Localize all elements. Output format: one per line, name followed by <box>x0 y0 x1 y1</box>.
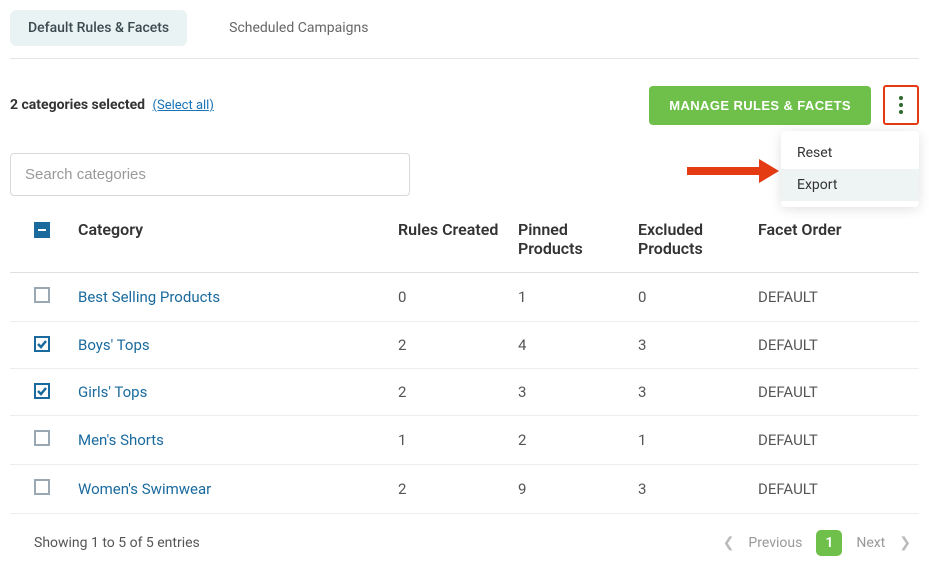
category-link[interactable]: Women's Swimwear <box>70 465 390 514</box>
page-number[interactable]: 1 <box>816 530 842 556</box>
menu-item-export[interactable]: Export <box>781 169 919 201</box>
row-checkbox[interactable] <box>34 479 50 495</box>
chevron-right-icon[interactable]: ❯ <box>899 535 911 551</box>
cell-rules: 2 <box>390 465 510 514</box>
pagination: ❮ Previous 1 Next ❯ <box>723 530 911 556</box>
minus-icon <box>37 225 47 235</box>
cell-rules: 2 <box>390 369 510 416</box>
cell-facet: DEFAULT <box>750 416 919 465</box>
row-checkbox[interactable] <box>34 287 50 303</box>
more-button-highlight <box>883 85 919 125</box>
cell-rules: 2 <box>390 322 510 369</box>
check-icon <box>36 338 48 350</box>
cell-excluded: 3 <box>630 465 750 514</box>
cell-pinned: 2 <box>510 416 630 465</box>
kebab-icon <box>899 96 903 114</box>
select-all-link[interactable]: (Select all) <box>153 98 214 113</box>
search-input[interactable] <box>25 166 395 183</box>
more-menu-button[interactable] <box>887 89 915 121</box>
header-checkbox[interactable] <box>34 222 50 238</box>
cell-facet: DEFAULT <box>750 322 919 369</box>
more-menu-dropdown: Reset Export <box>781 131 919 207</box>
category-link[interactable]: Best Selling Products <box>70 273 390 322</box>
previous-button[interactable]: Previous <box>748 535 802 551</box>
col-pinned: Pinned Products <box>510 206 630 273</box>
cell-rules: 0 <box>390 273 510 322</box>
next-button[interactable]: Next <box>856 535 885 551</box>
cell-pinned: 1 <box>510 273 630 322</box>
annotation-arrow-icon <box>687 159 779 183</box>
selection-info: 2 categories selected (Select all) <box>10 97 214 113</box>
tab-default-rules[interactable]: Default Rules & Facets <box>10 10 187 46</box>
table-row: Girls' Tops233DEFAULT <box>10 369 919 416</box>
col-facet: Facet Order <box>750 206 919 273</box>
chevron-left-icon[interactable]: ❮ <box>723 535 735 551</box>
search-categories-field[interactable] <box>10 153 410 196</box>
cell-facet: DEFAULT <box>750 369 919 416</box>
row-checkbox[interactable] <box>34 383 50 399</box>
category-link[interactable]: Boys' Tops <box>70 322 390 369</box>
category-link[interactable]: Men's Shorts <box>70 416 390 465</box>
entries-summary: Showing 1 to 5 of 5 entries <box>34 535 200 551</box>
categories-table: Category Rules Created Pinned Products E… <box>10 206 919 514</box>
table-row: Boys' Tops243DEFAULT <box>10 322 919 369</box>
col-category: Category <box>70 206 390 273</box>
manage-rules-button[interactable]: MANAGE RULES & FACETS <box>649 86 871 125</box>
cell-pinned: 9 <box>510 465 630 514</box>
cell-pinned: 4 <box>510 322 630 369</box>
col-rules: Rules Created <box>390 206 510 273</box>
cell-excluded: 0 <box>630 273 750 322</box>
table-row: Women's Swimwear293DEFAULT <box>10 465 919 514</box>
tab-scheduled-campaigns[interactable]: Scheduled Campaigns <box>211 10 386 46</box>
row-checkbox[interactable] <box>34 336 50 352</box>
cell-rules: 1 <box>390 416 510 465</box>
row-checkbox[interactable] <box>34 430 50 446</box>
selection-count: 2 categories selected <box>10 97 145 113</box>
menu-item-reset[interactable]: Reset <box>781 137 919 169</box>
cell-facet: DEFAULT <box>750 273 919 322</box>
table-row: Best Selling Products010DEFAULT <box>10 273 919 322</box>
table-row: Men's Shorts121DEFAULT <box>10 416 919 465</box>
divider <box>10 58 919 59</box>
cell-excluded: 3 <box>630 322 750 369</box>
cell-excluded: 1 <box>630 416 750 465</box>
cell-pinned: 3 <box>510 369 630 416</box>
category-link[interactable]: Girls' Tops <box>70 369 390 416</box>
check-icon <box>36 385 48 397</box>
cell-excluded: 3 <box>630 369 750 416</box>
col-excluded: Excluded Products <box>630 206 750 273</box>
cell-facet: DEFAULT <box>750 465 919 514</box>
